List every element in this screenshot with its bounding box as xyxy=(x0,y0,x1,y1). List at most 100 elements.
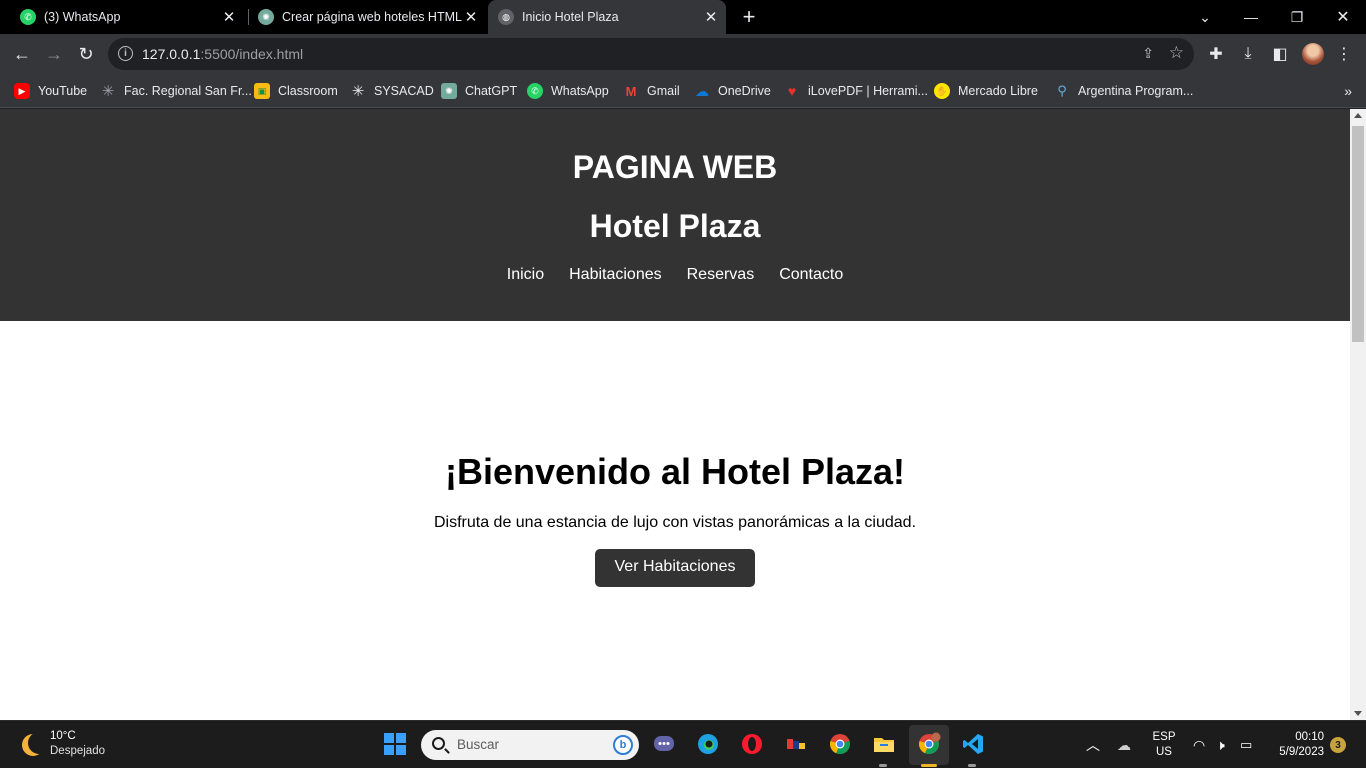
mercadolibre-icon: ✋ xyxy=(934,83,950,99)
onedrive-error-icon[interactable]: ☁ xyxy=(1117,721,1131,768)
opera-icon[interactable] xyxy=(739,731,765,757)
globe-icon: ◍ xyxy=(498,9,514,25)
tab-title: (3) WhatsApp xyxy=(44,10,121,24)
bing-icon[interactable]: b xyxy=(613,735,633,755)
tab-hotel-plaza[interactable]: ◍ Inicio Hotel Plaza ✕ xyxy=(488,0,726,34)
search-icon xyxy=(432,737,445,750)
edge-icon[interactable] xyxy=(695,731,721,757)
running-indicator xyxy=(879,764,887,767)
show-hidden-icons-icon[interactable]: ︿ xyxy=(1086,721,1100,768)
classroom-icon: ▣ xyxy=(254,83,270,99)
tab-chatgpt[interactable]: ✺ Crear página web hoteles HTML/ ✕ xyxy=(250,0,486,34)
onedrive-icon: ☁ xyxy=(695,82,709,99)
volume-muted-icon[interactable]: 🕨 xyxy=(1216,721,1225,768)
weather-temp[interactable]: 10°C xyxy=(50,730,76,742)
back-icon[interactable]: ← xyxy=(10,42,34,66)
bookmark-star-icon[interactable]: ☆ xyxy=(1169,43,1184,63)
close-icon[interactable]: ✕ xyxy=(702,8,720,26)
hero-heading: ¡Bienvenido al Hotel Plaza! xyxy=(444,451,906,492)
whatsapp-icon: ✆ xyxy=(527,83,543,99)
menu-icon[interactable]: ⋮ xyxy=(1332,42,1356,66)
bookmark-whatsapp[interactable]: ✆ WhatsApp xyxy=(527,82,609,100)
page-scrollbar[interactable] xyxy=(1350,109,1366,720)
chrome-profile-icon[interactable] xyxy=(916,731,942,757)
notification-badge[interactable]: 3 xyxy=(1330,737,1346,753)
taskbar-search[interactable]: Buscar b xyxy=(421,730,639,760)
nav-link-reservas[interactable]: Reservas xyxy=(687,266,755,284)
url-text[interactable]: 127.0.0.1:5500/index.html xyxy=(142,46,303,62)
side-panel-icon[interactable]: ◧ xyxy=(1268,42,1292,66)
utn-icon: ✳ xyxy=(101,83,115,100)
close-icon[interactable]: ✕ xyxy=(220,8,238,26)
nav-link-contacto[interactable]: Contacto xyxy=(779,266,843,284)
page-viewport: PAGINA WEB Hotel Plaza Inicio Habitacion… xyxy=(0,109,1350,720)
restore-icon[interactable]: ❐ xyxy=(1274,0,1320,34)
hero-section: ¡Bienvenido al Hotel Plaza! Disfruta de … xyxy=(0,451,1350,587)
tab-strip: ✆ (3) WhatsApp ✕ ✺ Crear página web hote… xyxy=(0,0,1366,34)
weather-desc[interactable]: Despejado xyxy=(50,745,105,757)
bookmark-mercadolibre[interactable]: ✋ Mercado Libre xyxy=(934,82,1038,100)
scrollbar-thumb[interactable] xyxy=(1352,126,1364,342)
site-nav: Inicio Habitaciones Reservas Contacto xyxy=(0,266,1350,284)
chatgpt-icon: ✺ xyxy=(258,9,274,25)
windows-taskbar: 10°C Despejado Buscar b ︿ ☁ ESP US ◠ 🕨 ▭ … xyxy=(0,720,1366,768)
address-bar[interactable]: i 127.0.0.1:5500/index.html ⇪ ☆ xyxy=(108,38,1194,70)
moon-icon[interactable] xyxy=(28,732,50,754)
minimize-icon[interactable]: — xyxy=(1228,0,1274,34)
hero-text: Disfruta de una estancia de lujo con vis… xyxy=(433,514,917,531)
teams-chat-icon[interactable] xyxy=(651,731,677,757)
forward-icon[interactable]: → xyxy=(42,42,66,66)
reload-icon[interactable]: ↻ xyxy=(74,42,98,66)
tab-search-icon[interactable]: ⌄ xyxy=(1182,0,1228,34)
file-explorer-icon[interactable] xyxy=(871,731,897,757)
running-indicator xyxy=(921,764,937,767)
bookmark-onedrive[interactable]: ☁ OneDrive xyxy=(694,82,771,100)
close-icon[interactable]: ✕ xyxy=(462,8,480,26)
bookmark-classroom[interactable]: ▣ Classroom xyxy=(254,82,338,100)
whatsapp-icon: ✆ xyxy=(20,9,36,25)
view-rooms-button[interactable]: Ver Habitaciones xyxy=(594,549,756,587)
site-info-icon[interactable]: i xyxy=(118,46,133,61)
bookmark-youtube[interactable]: ▶ YouTube xyxy=(14,82,87,100)
input-language[interactable]: ESP US xyxy=(1151,730,1177,760)
bookmarks-bar: ▶ YouTube ✳ Fac. Regional San Fr... ▣ Class… xyxy=(0,74,1366,108)
more-bookmarks-icon[interactable]: » xyxy=(1344,83,1352,99)
battery-icon[interactable]: ▭ xyxy=(1240,721,1252,768)
scroll-up-icon[interactable] xyxy=(1354,113,1362,118)
extensions-icon[interactable]: ✚ xyxy=(1204,42,1228,66)
hotel-name: Hotel Plaza xyxy=(589,208,761,244)
windows-start-icon[interactable] xyxy=(384,733,406,755)
bookmark-argentina[interactable]: ⚲ Argentina Program... xyxy=(1054,82,1193,100)
tab-title: Crear página web hoteles HTML/ xyxy=(282,10,462,24)
profile-avatar[interactable] xyxy=(1302,43,1324,65)
bookmark-ilovepdf[interactable]: ♥ iLovePDF | Herrami... xyxy=(784,82,928,100)
youtube-icon: ▶ xyxy=(14,83,30,99)
app-icon[interactable] xyxy=(783,731,809,757)
new-tab-icon[interactable]: + xyxy=(737,4,761,29)
wifi-icon[interactable]: ◠ xyxy=(1193,721,1205,768)
tab-title: Inicio Hotel Plaza xyxy=(522,10,619,24)
nav-link-habitaciones[interactable]: Habitaciones xyxy=(569,266,662,284)
chrome-icon[interactable] xyxy=(827,731,853,757)
site-header: PAGINA WEB Hotel Plaza Inicio Habitacion… xyxy=(0,109,1350,321)
chatgpt-icon: ✺ xyxy=(441,83,457,99)
vscode-icon[interactable] xyxy=(960,731,986,757)
nav-link-inicio[interactable]: Inicio xyxy=(507,266,544,284)
scroll-down-icon[interactable] xyxy=(1354,711,1362,716)
bookmark-utn[interactable]: ✳ Fac. Regional San Fr... xyxy=(100,82,252,100)
bookmark-sysacad[interactable]: ✳ SYSACAD xyxy=(350,82,434,100)
running-indicator xyxy=(968,764,976,767)
tab-separator xyxy=(248,9,249,25)
clock[interactable]: 00:10 5/9/2023 xyxy=(1270,730,1324,760)
browser-toolbar: ← → ↻ i 127.0.0.1:5500/index.html ⇪ ☆ ✚ … xyxy=(0,34,1366,74)
close-window-icon[interactable]: ✕ xyxy=(1320,0,1366,34)
download-icon[interactable]: ⤓ xyxy=(1236,42,1260,66)
sysacad-icon: ✳ xyxy=(351,83,365,100)
url-host: 127.0.0.1 xyxy=(142,46,201,62)
bookmark-gmail[interactable]: M Gmail xyxy=(623,82,680,100)
tab-whatsapp[interactable]: ✆ (3) WhatsApp ✕ xyxy=(12,0,244,34)
argentina-icon: ⚲ xyxy=(1057,83,1067,98)
bookmark-chatgpt[interactable]: ✺ ChatGPT xyxy=(441,82,517,100)
share-icon[interactable]: ⇪ xyxy=(1142,45,1154,62)
url-path: :5500/index.html xyxy=(200,46,304,62)
